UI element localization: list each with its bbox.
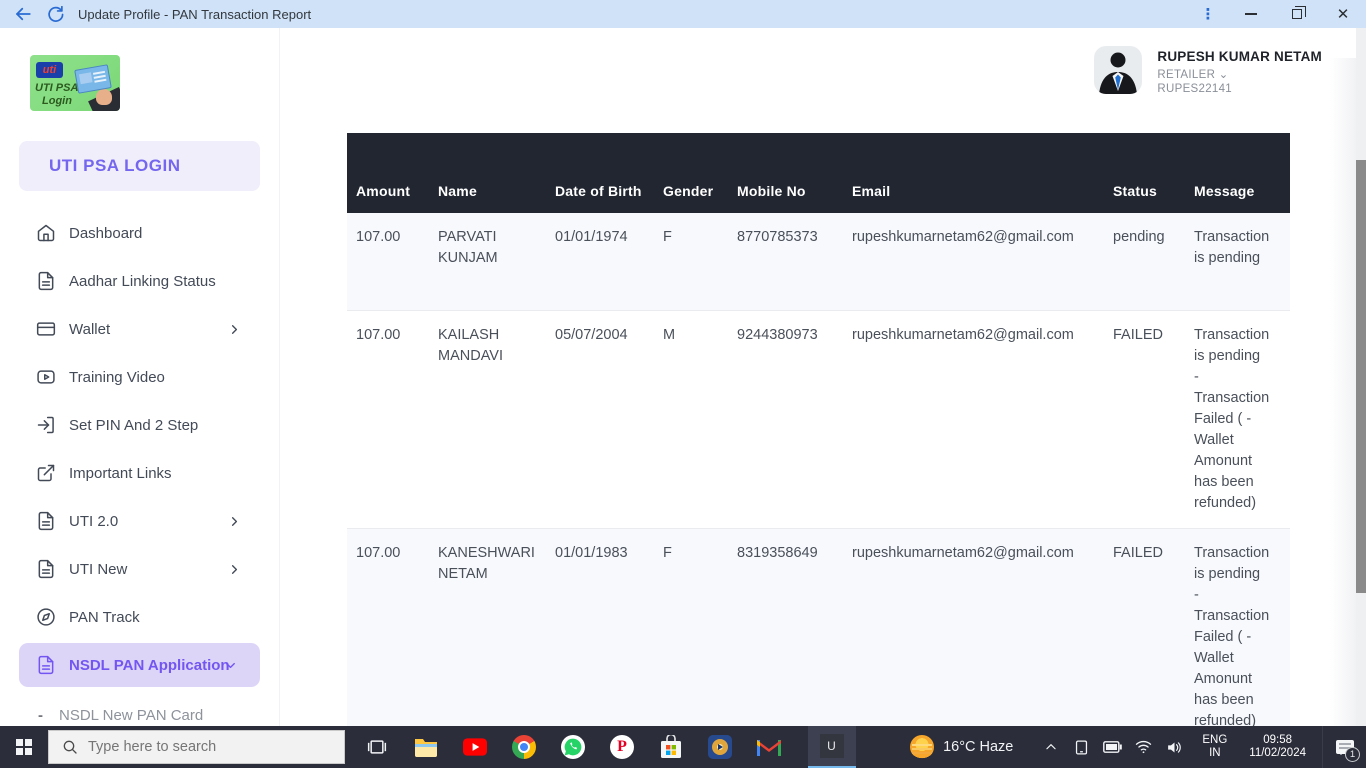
col-dob: Date of Birth (546, 133, 654, 213)
sidebar-item-wallet[interactable]: Wallet (0, 305, 280, 353)
weather-text: 16°C Haze (943, 739, 1013, 755)
browser-menu-icon[interactable]: ⋮ (1188, 5, 1228, 23)
weather-widget[interactable]: 16°C Haze (910, 735, 1013, 759)
user-role[interactable]: RETAILER ⌄ (1157, 67, 1322, 81)
table-row: 107.00 KANESHWARI NETAM 01/01/1983 F 831… (347, 528, 1290, 746)
brand-box: UTI PSA LOGIN (19, 141, 260, 191)
chevron-right-icon (227, 322, 242, 337)
browser-titlebar: Update Profile - PAN Transaction Report … (0, 0, 1366, 28)
status-badge: FAILED (1104, 310, 1185, 528)
notification-badge: 1 (1345, 747, 1360, 762)
chevron-up-icon[interactable] (1041, 726, 1061, 768)
status-badge: FAILED (1104, 528, 1185, 746)
tablet-mode-icon[interactable] (1072, 726, 1092, 768)
sidebar-item-training-video[interactable]: Training Video (0, 353, 280, 401)
ms-store-icon[interactable] (659, 726, 683, 768)
chrome-icon[interactable] (512, 726, 536, 768)
notification-center-icon[interactable]: 1 (1322, 726, 1366, 768)
document-icon (36, 511, 56, 531)
language-indicator[interactable]: ENG IN (1202, 734, 1227, 760)
refresh-icon[interactable] (46, 5, 64, 23)
wifi-icon[interactable] (1134, 726, 1154, 768)
table-header-row: Amount Name Date of Birth Gender Mobile … (347, 133, 1290, 213)
active-app-button[interactable]: U (808, 726, 856, 768)
col-message: Message (1185, 133, 1290, 213)
sidebar-item-nsdl-new-pan-card[interactable]: - NSDL New PAN Card (0, 701, 280, 729)
status-badge: pending (1104, 213, 1185, 310)
file-explorer-icon[interactable] (414, 726, 438, 768)
windows-icon (16, 739, 32, 755)
volume-icon[interactable] (1165, 726, 1185, 768)
weather-haze-icon (910, 735, 934, 759)
col-mobile: Mobile No (728, 133, 843, 213)
uti-badge: uti (36, 62, 63, 78)
taskbar-search[interactable] (48, 730, 345, 764)
sidebar: uti UTI PSA Login UTI PSA LOGIN Dashboar… (0, 28, 280, 726)
gmail-icon[interactable] (757, 726, 781, 768)
col-status: Status (1104, 133, 1185, 213)
date: 11/02/2024 (1249, 747, 1306, 760)
logo-hand (96, 89, 112, 105)
sidebar-item-set-pin[interactable]: Set PIN And 2 Step (0, 401, 280, 449)
clock[interactable]: 09:58 11/02/2024 (1249, 734, 1306, 760)
user-id: RUPES22141 (1157, 83, 1322, 95)
home-icon (36, 223, 56, 243)
uti-app-icon: U (820, 734, 844, 758)
minimize-icon[interactable] (1228, 0, 1274, 28)
wallet-icon (36, 319, 56, 339)
table-row: 107.00 PARVATI KUNJAM 01/01/1974 F 87707… (347, 213, 1290, 310)
brand-title: UTI PSA LOGIN (49, 156, 181, 176)
youtube-icon[interactable] (463, 726, 487, 768)
compass-icon (36, 607, 56, 627)
sidebar-nav: Dashboard Aadhar Linking Status Wallet T… (0, 209, 280, 689)
pan-transaction-table: Amount Name Date of Birth Gender Mobile … (347, 133, 1290, 747)
avatar (1094, 46, 1142, 94)
user-profile[interactable]: RUPESH KUMAR NETAM RETAILER ⌄ RUPES22141 (1094, 46, 1322, 95)
col-gender: Gender (654, 133, 728, 213)
window-title: Update Profile - PAN Transaction Report (78, 7, 311, 22)
document-icon (36, 655, 56, 675)
sidebar-item-uti-2-0[interactable]: UTI 2.0 (0, 497, 280, 545)
external-link-icon (36, 463, 56, 483)
sidebar-item-important-links[interactable]: Important Links (0, 449, 280, 497)
uti-psa-logo: uti UTI PSA Login (30, 55, 120, 111)
app-window: uti UTI PSA Login UTI PSA LOGIN Dashboar… (0, 28, 1366, 726)
video-icon (36, 367, 56, 387)
document-icon (36, 271, 56, 291)
chevron-down-icon (223, 658, 238, 673)
main-content: RUPESH KUMAR NETAM RETAILER ⌄ RUPES22141… (280, 28, 1366, 726)
search-input[interactable] (88, 739, 308, 755)
time: 09:58 (1249, 734, 1306, 747)
pinterest-icon[interactable]: P (610, 726, 634, 768)
sidebar-item-uti-new[interactable]: UTI New (0, 545, 280, 593)
col-name: Name (429, 133, 546, 213)
page-edge-shade (1330, 58, 1356, 726)
sidebar-item-pan-track[interactable]: PAN Track (0, 593, 280, 641)
sidebar-item-nsdl-pan-application[interactable]: NSDL PAN Application (19, 643, 260, 687)
task-view-icon[interactable] (365, 726, 389, 768)
sidebar-item-dashboard[interactable]: Dashboard (0, 209, 280, 257)
scrollbar[interactable] (1356, 28, 1366, 726)
whatsapp-icon[interactable] (561, 726, 585, 768)
user-name: RUPESH KUMAR NETAM (1157, 46, 1322, 64)
table-row: 107.00 KAILASH MANDAVI 05/07/2004 M 9244… (347, 310, 1290, 528)
media-player-icon[interactable] (708, 726, 732, 768)
battery-icon[interactable] (1103, 726, 1123, 768)
chevron-right-icon (227, 514, 242, 529)
start-button[interactable] (0, 726, 48, 768)
document-icon (36, 559, 56, 579)
taskbar: P U 16°C Haze (0, 726, 1366, 768)
back-icon[interactable] (14, 5, 32, 23)
chevron-right-icon (227, 562, 242, 577)
col-amount: Amount (347, 133, 429, 213)
sidebar-item-aadhar-linking-status[interactable]: Aadhar Linking Status (0, 257, 280, 305)
close-icon[interactable]: ✕ (1320, 0, 1366, 28)
restore-icon[interactable] (1274, 0, 1320, 28)
login-icon (36, 415, 56, 435)
scrollbar-thumb[interactable] (1356, 160, 1366, 593)
col-email: Email (843, 133, 1104, 213)
system-tray: 16°C Haze ENG IN 09:58 11/02/2024 1 (910, 726, 1366, 768)
search-icon (62, 739, 78, 755)
